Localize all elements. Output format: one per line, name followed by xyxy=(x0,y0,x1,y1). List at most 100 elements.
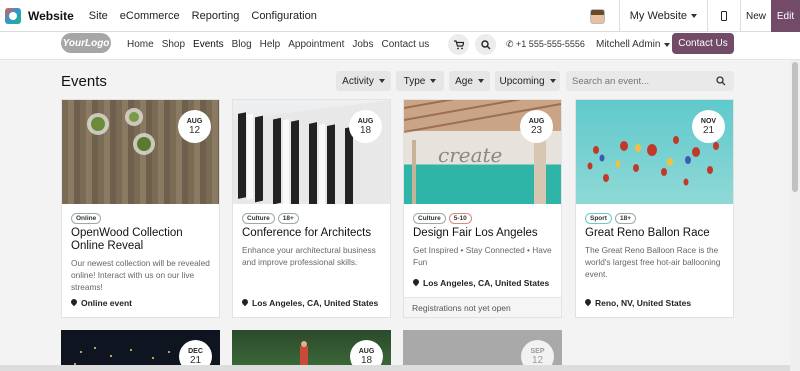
nav-help[interactable]: Help xyxy=(260,39,281,50)
user-name: Mitchell Admin xyxy=(596,39,661,50)
nav-jobs[interactable]: Jobs xyxy=(352,39,373,50)
event-card[interactable]: create AUG 23 Culture 5-10 Design Fair L… xyxy=(403,99,562,318)
event-card[interactable]: AUG 12 Online OpenWood Collection Online… xyxy=(61,99,220,318)
date-badge: AUG 12 xyxy=(178,110,211,143)
filter-label: Age xyxy=(455,75,473,87)
chevron-down-icon xyxy=(664,42,671,47)
phone-icon: ✆ xyxy=(506,39,517,49)
event-location: Online event xyxy=(71,298,132,308)
phone-number[interactable]: ✆ +1 555-555-5556 xyxy=(506,39,585,50)
site-logo[interactable]: YourLogo xyxy=(61,33,111,53)
date-day: 12 xyxy=(188,124,201,136)
filter-type[interactable]: Type xyxy=(396,71,444,91)
event-tags: Sport 18+ xyxy=(585,213,637,224)
tag-badge: 18+ xyxy=(614,213,637,224)
contact-us-button[interactable]: Contact Us xyxy=(672,33,734,54)
tag-badge: 5-10 xyxy=(448,213,472,224)
nav-home[interactable]: Home xyxy=(127,39,154,50)
event-card[interactable]: AUG 18 Culture 18+ Conference for Archit… xyxy=(232,99,391,318)
chevron-down-icon xyxy=(430,79,437,83)
edit-button[interactable]: Edit xyxy=(771,0,800,32)
nav-contact-us[interactable]: Contact us xyxy=(382,39,430,50)
nav-appointment[interactable]: Appointment xyxy=(288,39,344,50)
event-title[interactable]: Design Fair Los Angeles xyxy=(413,227,558,240)
mobile-icon xyxy=(721,11,727,21)
map-marker-icon xyxy=(71,299,77,307)
event-title[interactable]: Great Reno Ballon Race xyxy=(585,227,730,240)
nav-shop[interactable]: Shop xyxy=(162,39,185,50)
event-tags: Culture 18+ xyxy=(242,213,299,224)
event-search[interactable] xyxy=(566,71,734,91)
event-image[interactable]: AUG 12 xyxy=(62,100,219,204)
date-day: 23 xyxy=(530,124,543,136)
website-app-logo[interactable]: Website xyxy=(5,7,74,24)
user-menu[interactable]: Mitchell Admin xyxy=(596,39,671,50)
user-avatar[interactable] xyxy=(589,8,605,24)
search-icon xyxy=(480,39,490,49)
menu-ecommerce[interactable]: eCommerce xyxy=(120,10,180,22)
event-image[interactable]: NOV 21 xyxy=(576,100,733,204)
website-switcher[interactable]: My Website xyxy=(620,0,707,32)
event-description: Our newest collection will be revealed o… xyxy=(71,258,210,292)
event-image[interactable]: create AUG 23 xyxy=(404,100,561,204)
cart-button[interactable] xyxy=(448,34,469,55)
filter-age[interactable]: Age xyxy=(449,71,490,91)
menu-reporting[interactable]: Reporting xyxy=(192,10,240,22)
scrollbar-thumb[interactable] xyxy=(792,62,798,192)
mobile-preview-button[interactable] xyxy=(708,0,740,32)
page-scrollbar[interactable] xyxy=(790,60,800,371)
tag-badge: Online xyxy=(71,213,102,224)
tag-badge: Culture xyxy=(413,213,446,224)
main-nav: Home Shop Events Blog Help Appointment J… xyxy=(127,39,429,50)
event-card[interactable]: NOV 21 Sport 18+ Great Reno Ballon Race … xyxy=(575,99,734,318)
registration-status: Registrations not yet open xyxy=(404,297,561,317)
date-month: NOV xyxy=(700,117,717,125)
site-header: YourLogo Home Shop Events Blog Help Appo… xyxy=(0,32,800,60)
date-badge: AUG 18 xyxy=(349,110,382,143)
map-marker-icon xyxy=(585,299,591,307)
search-button[interactable] xyxy=(475,34,496,55)
filter-activity[interactable]: Activity xyxy=(336,71,391,91)
date-month: SEP xyxy=(530,347,545,355)
date-day: 18 xyxy=(360,354,373,366)
date-day: 18 xyxy=(359,124,372,136)
menu-configuration[interactable]: Configuration xyxy=(251,10,316,22)
event-title[interactable]: Conference for Architects xyxy=(242,227,387,240)
search-input[interactable] xyxy=(572,75,712,87)
search-icon[interactable] xyxy=(716,76,726,86)
chevron-down-icon xyxy=(691,14,697,18)
filter-label: Activity xyxy=(342,75,374,87)
date-month: AUG xyxy=(357,117,374,125)
new-button[interactable]: New xyxy=(741,0,771,32)
chevron-down-icon xyxy=(378,79,385,83)
filter-label: Upcoming xyxy=(499,75,545,87)
tag-badge: Culture xyxy=(242,213,275,224)
date-day: 12 xyxy=(531,354,544,366)
event-description: Get Inspired • Stay Connected • Have Fun xyxy=(413,245,552,267)
admin-menu: Site eCommerce Reporting Configuration xyxy=(89,10,317,22)
map-marker-icon xyxy=(413,279,419,287)
chevron-down-icon xyxy=(477,79,484,83)
tag-badge: Sport xyxy=(585,213,612,224)
website-switcher-label: My Website xyxy=(629,10,687,22)
date-badge: NOV 21 xyxy=(692,110,725,143)
tag-badge: 18+ xyxy=(277,213,299,224)
nav-blog[interactable]: Blog xyxy=(232,39,252,50)
chevron-down-icon xyxy=(549,79,556,83)
date-day: 21 xyxy=(189,354,202,366)
date-day: 21 xyxy=(702,124,715,136)
nav-events[interactable]: Events xyxy=(193,39,224,50)
location-text: Los Angeles, CA, United States xyxy=(423,278,550,288)
menu-site[interactable]: Site xyxy=(89,10,108,22)
event-description: Enhance your architectural business and … xyxy=(242,245,376,267)
page-title: Events xyxy=(61,73,107,90)
horizontal-scrollbar[interactable] xyxy=(0,365,790,371)
event-title[interactable]: OpenWood Collection Online Reveal xyxy=(71,227,216,253)
event-description: The Great Reno Balloon Race is the world… xyxy=(585,245,721,279)
event-image[interactable]: AUG 18 xyxy=(233,100,390,204)
filter-label: Type xyxy=(403,75,426,87)
location-text: Online event xyxy=(81,298,133,308)
filter-upcoming[interactable]: Upcoming xyxy=(495,71,560,91)
date-month: AUG xyxy=(186,117,203,125)
location-text: Reno, NV, United States xyxy=(595,298,692,308)
